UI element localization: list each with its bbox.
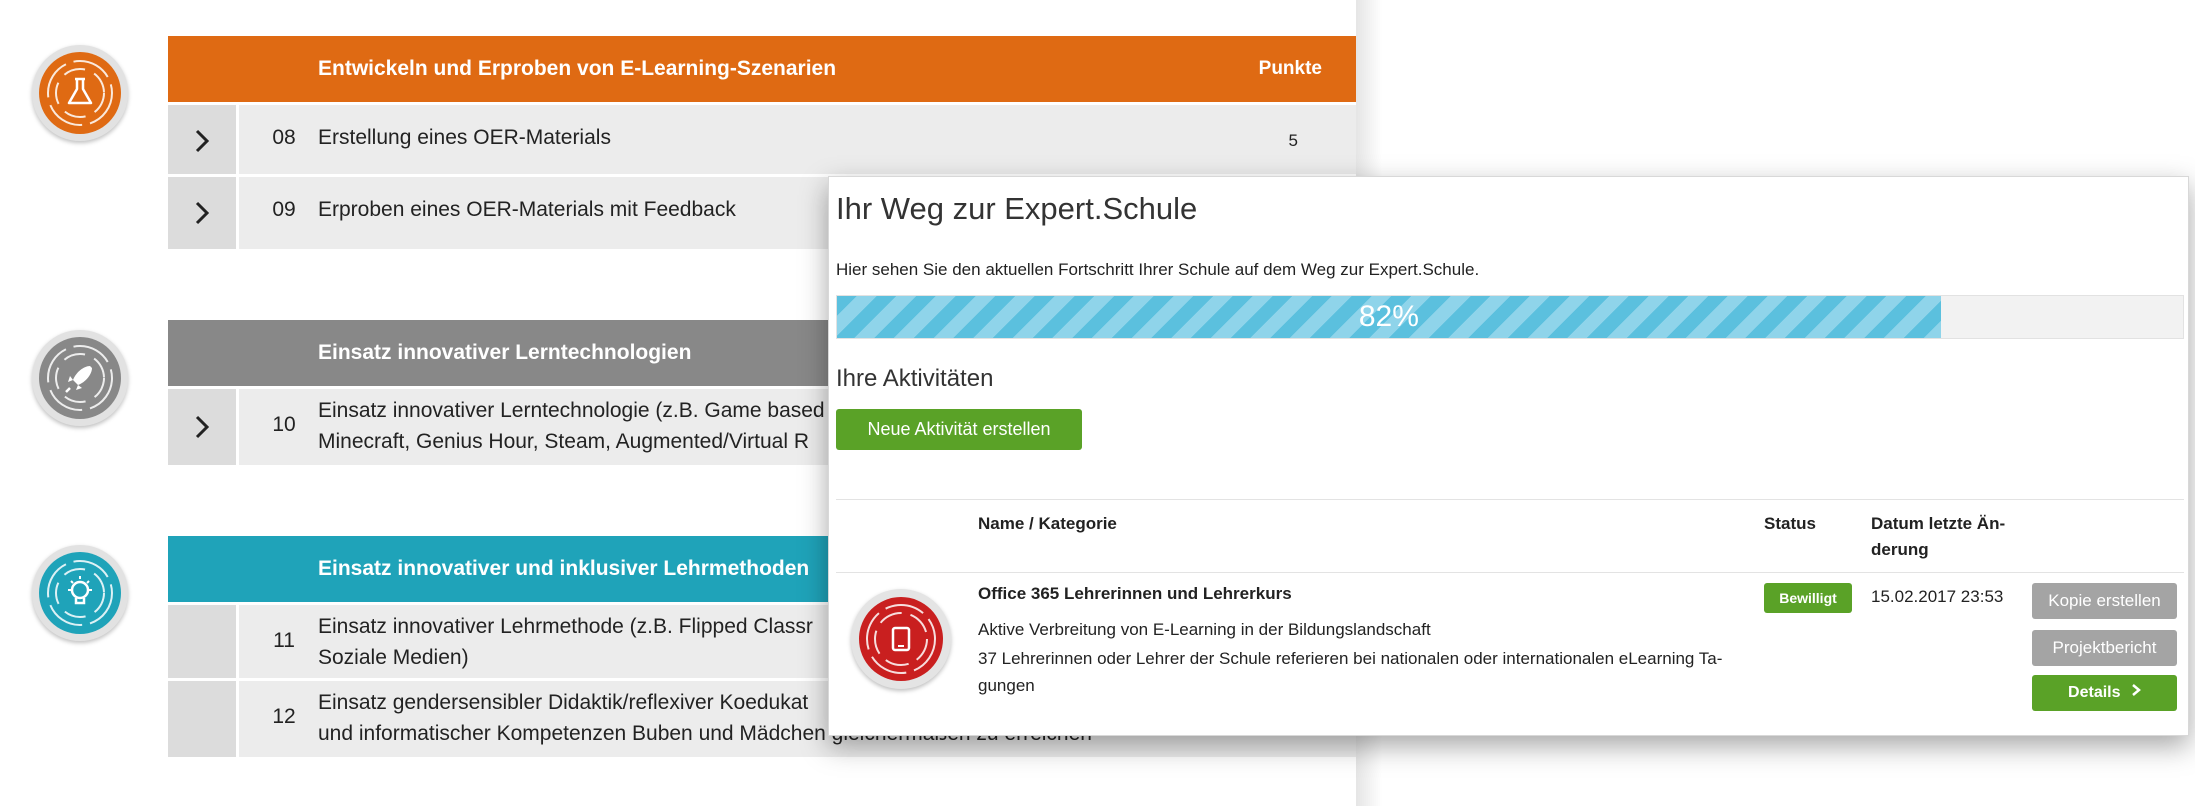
criterion-number: 09 [272, 198, 296, 221]
criterion-label-line1: Einsatz gendersensibler Didaktik/reflexi… [318, 691, 809, 714]
project-report-button[interactable]: Projektbericht [2032, 630, 2177, 666]
tablet-icon [851, 589, 951, 689]
points-header: Punkte [1258, 58, 1322, 79]
criterion-number: 11 [273, 629, 295, 652]
flask-icon [32, 45, 128, 141]
column-header-name[interactable]: Name / Kategorie [978, 511, 1117, 537]
criterion-number: 12 [272, 705, 296, 728]
criterion-number: 08 [272, 126, 296, 149]
criterion-label: Erstellung eines OER-Materials [318, 126, 611, 149]
expand-chevron-icon[interactable] [168, 105, 239, 177]
table-divider [836, 499, 2184, 500]
column-header-date-line1[interactable]: Datum letzte Än- [1871, 511, 2005, 537]
section-title: Einsatz innovativer Lerntechnologien [318, 341, 692, 364]
section-title: Einsatz innovativer und inklusiver Lehrm… [318, 557, 810, 580]
expand-chevron-icon[interactable] [168, 177, 239, 249]
column-header-status[interactable]: Status [1764, 511, 1816, 537]
panel-title: Ihr Weg zur Expert.Schule [836, 191, 1198, 226]
activity-description-line1: 37 Lehrerinnen oder Lehrer der Schule re… [978, 649, 1723, 668]
criterion-label-line1: Einsatz innovativer Lehrmethode (z.B. Fl… [318, 615, 813, 638]
criterion-label-line2: Soziale Medien) [318, 646, 469, 669]
progress-panel: Ihr Weg zur Expert.Schule Hier sehen Sie… [828, 176, 2189, 736]
criterion-label-line1: Einsatz innovativer Lerntechnologie (z.B… [318, 399, 825, 422]
activity-category: Aktive Verbreitung von E-Learning in der… [978, 620, 1431, 639]
expand-cell [168, 605, 239, 681]
rocket-icon [32, 330, 128, 426]
status-badge: Bewilligt [1764, 583, 1852, 613]
activities-heading: Ihre Aktivitäten [836, 365, 994, 392]
chevron-right-icon [2131, 675, 2141, 711]
copy-button[interactable]: Kopie erstellen [2032, 583, 2177, 619]
details-button[interactable]: Details [2032, 675, 2177, 711]
criterion-number: 10 [272, 413, 296, 436]
column-header-date-line2[interactable]: derung [1871, 537, 1929, 563]
criterion-label-line2: Minecraft, Genius Hour, Steam, Augmented… [318, 430, 810, 453]
activity-name: Office 365 Lehrerinnen und Lehrerkurs [978, 584, 1292, 603]
progress-label: 82% [1358, 300, 1419, 333]
section-title: Entwickeln und Erproben von E-Learning-S… [318, 57, 837, 80]
criterion-row-08[interactable]: 08 Erstellung eines OER-Materials 5 [168, 102, 1356, 177]
section-header-elearning: Entwickeln und Erproben von E-Learning-S… [168, 36, 1356, 102]
lightbulb-icon [32, 545, 128, 641]
new-activity-button[interactable]: Neue Aktivität erstellen [836, 409, 1082, 450]
activity-date: 15.02.2017 23:53 [1871, 587, 2004, 606]
criterion-label: Erproben eines OER-Materials mit Feedbac… [318, 198, 736, 221]
progress-bar: 82% [836, 295, 2184, 339]
activity-description-line2: gungen [978, 676, 1035, 695]
panel-subtitle: Hier sehen Sie den aktuellen Fortschritt… [836, 260, 1480, 279]
table-divider [836, 572, 2184, 573]
activity-description: 37 Lehrerinnen oder Lehrer der Schule re… [978, 645, 1758, 699]
expand-cell [168, 681, 239, 757]
details-label: Details [2068, 684, 2121, 701]
expand-chevron-icon[interactable] [168, 389, 239, 465]
criterion-points: 5 [1288, 131, 1298, 150]
